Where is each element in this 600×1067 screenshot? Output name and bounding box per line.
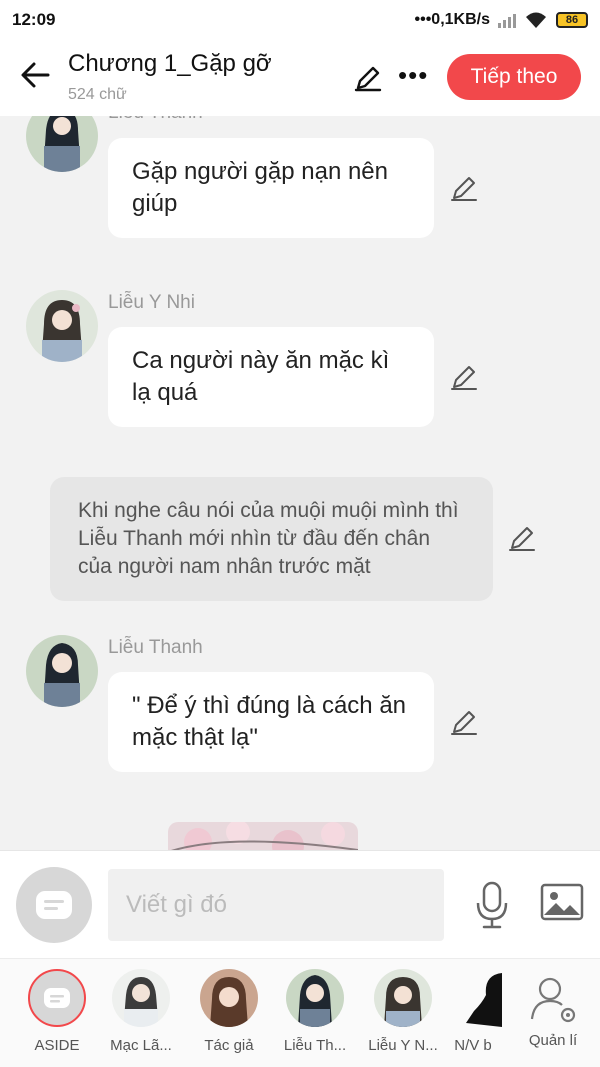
character-tac-gia[interactable]: Tác giả bbox=[184, 969, 274, 1054]
character-nv-b[interactable]: N/V b bbox=[440, 969, 506, 1054]
character-mac-la[interactable]: Mạc Lã... bbox=[96, 969, 186, 1054]
aside-avatar bbox=[28, 969, 86, 1027]
avatar bbox=[286, 969, 344, 1027]
battery-level: 86 bbox=[565, 14, 579, 26]
message-bubble[interactable]: Ca người này ăn mặc kì lạ quá bbox=[108, 327, 434, 427]
signal-icon bbox=[498, 12, 516, 28]
edit-message-pencil-icon[interactable] bbox=[450, 174, 478, 202]
character-aside[interactable]: ASIDE bbox=[12, 969, 102, 1054]
avatar bbox=[374, 969, 432, 1027]
next-chapter-button[interactable]: Tiếp theo bbox=[447, 54, 581, 100]
message-image[interactable] bbox=[168, 822, 358, 850]
edit-title-pencil-icon[interactable] bbox=[354, 64, 382, 92]
user-settings-icon bbox=[530, 977, 576, 1023]
status-bar: 12:09 •••0,1KB/s 86 bbox=[0, 0, 600, 40]
message-speaker-name: Liễu Thanh bbox=[108, 116, 203, 124]
character-selector-bar: ASIDE Mạc Lã... Tác giả Liễu Th... Liễu … bbox=[0, 958, 600, 1067]
character-label: ASIDE bbox=[34, 1037, 80, 1054]
edit-message-pencil-icon[interactable] bbox=[450, 363, 478, 391]
narration-block[interactable]: Khi nghe câu nói của muội muội mình thì … bbox=[50, 477, 493, 601]
chat-bubble-icon bbox=[36, 891, 72, 919]
message-bubble[interactable]: " Để ý thì đúng là cách ăn mặc thật lạ" bbox=[108, 672, 434, 772]
character-label: Quản lí bbox=[528, 1032, 578, 1049]
avatar-lieu-thanh[interactable] bbox=[26, 116, 98, 172]
chapter-header: Chương 1_Gặp gỡ 524 chữ ••• Tiếp theo bbox=[0, 40, 600, 116]
avatar bbox=[462, 969, 502, 1027]
manage-characters[interactable]: Quản lí bbox=[508, 969, 598, 1049]
avatar-lieu-thanh[interactable] bbox=[26, 635, 98, 707]
message-speaker-name: Liễu Y Nhi bbox=[108, 292, 195, 313]
character-label: Tác giả bbox=[204, 1037, 254, 1054]
avatar bbox=[112, 969, 170, 1027]
message-bubble[interactable]: Gặp người gặp nạn nên giúp bbox=[108, 138, 434, 238]
character-label: Liễu Th... bbox=[283, 1037, 347, 1054]
character-lieu-y-nhi[interactable]: Liễu Y N... bbox=[358, 969, 448, 1054]
character-label: N/V b bbox=[454, 1037, 492, 1054]
more-options-icon[interactable]: ••• bbox=[398, 62, 428, 88]
edit-message-pencil-icon[interactable] bbox=[450, 708, 478, 736]
character-label: Liễu Y N... bbox=[368, 1037, 438, 1054]
composer-bar: Viết gì đó bbox=[0, 850, 600, 958]
avatar-lieu-y-nhi[interactable] bbox=[26, 290, 98, 362]
edit-narration-pencil-icon[interactable] bbox=[508, 524, 536, 552]
back-arrow-icon[interactable] bbox=[18, 58, 52, 92]
word-count: 524 chữ bbox=[68, 86, 127, 103]
message-speaker-name: Liễu Thanh bbox=[108, 637, 203, 658]
wifi-icon bbox=[526, 12, 546, 28]
network-speed: •••0,1KB/s bbox=[414, 11, 490, 28]
microphone-icon[interactable] bbox=[472, 881, 512, 929]
aside-toggle-button[interactable] bbox=[16, 867, 92, 943]
status-time: 12:09 bbox=[12, 10, 56, 29]
avatar bbox=[200, 969, 258, 1027]
status-right: •••0,1KB/s 86 bbox=[414, 11, 588, 29]
image-upload-icon[interactable] bbox=[540, 881, 584, 925]
character-label: Mạc Lã... bbox=[110, 1037, 172, 1054]
chat-area[interactable]: Liễu Thanh Gặp người gặp nạn nên giúp Li… bbox=[0, 116, 600, 850]
character-lieu-thanh[interactable]: Liễu Th... bbox=[270, 969, 360, 1054]
chapter-title[interactable]: Chương 1_Gặp gỡ bbox=[68, 50, 272, 78]
chat-bubble-icon bbox=[44, 988, 70, 1008]
battery-icon: 86 bbox=[556, 12, 588, 28]
message-input[interactable]: Viết gì đó bbox=[108, 869, 444, 941]
